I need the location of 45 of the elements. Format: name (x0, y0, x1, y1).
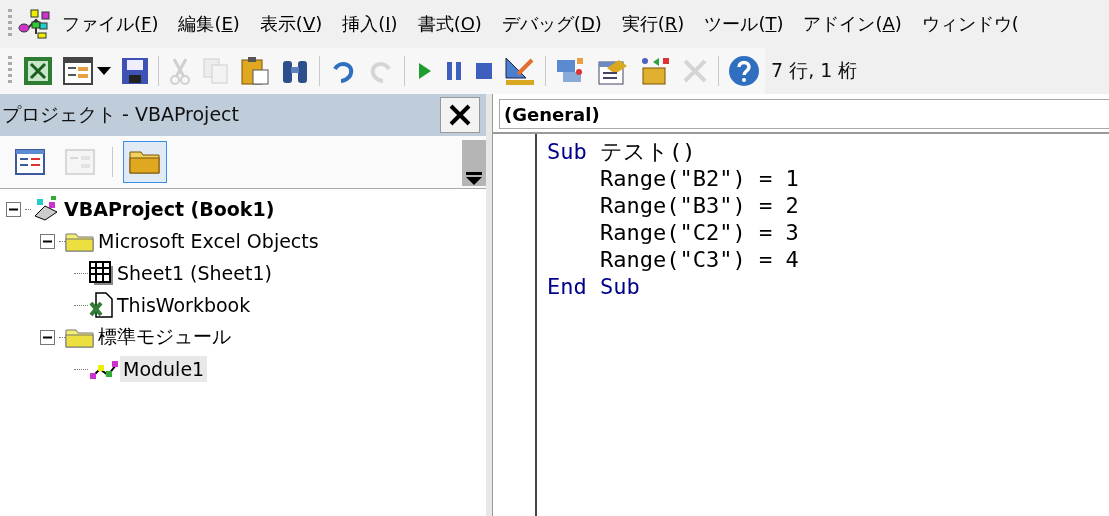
workbook-file-icon (88, 291, 114, 319)
tree-item[interactable]: Module1 (120, 356, 208, 382)
sheet-grid-icon (88, 260, 114, 286)
stop-icon (474, 61, 494, 81)
menu-item[interactable]: デバッグ(D) (491, 8, 612, 40)
tree-item[interactable]: Sheet1 (Sheet1) (114, 260, 275, 286)
menu-item[interactable]: 表示(V) (249, 8, 333, 40)
collapse-toggle[interactable] (6, 201, 21, 217)
menu-item[interactable]: 書式(O) (407, 8, 492, 40)
triangle-ruler-icon (504, 56, 536, 86)
menu-item[interactable]: ウィンドウ( (911, 8, 1029, 40)
tree-item[interactable]: Microsoft Excel Objects (95, 228, 322, 254)
panel-toolbar-button[interactable] (123, 141, 167, 183)
form-icon (63, 57, 93, 85)
object-dropdown[interactable]: (General) (499, 99, 1109, 129)
menu-item[interactable]: 実行(R) (611, 8, 695, 40)
code-editor[interactable]: Sub テスト() Range("B2") = 1 Range("B3") = 2 Range("C2") = 3 Range("C3") = 4 End Sub (537, 134, 799, 516)
menu-item[interactable]: 編集(E) (168, 8, 250, 40)
menu-item[interactable]: ファイル(F) (52, 8, 169, 40)
form-view-icon (65, 149, 95, 175)
caret-icon (97, 67, 111, 75)
toolbar-overflow-button[interactable] (462, 140, 486, 186)
spreadsheet-icon (23, 56, 53, 86)
menu-item[interactable]: ツール(T) (694, 8, 794, 40)
menu-item[interactable]: 挿入(I) (332, 8, 408, 40)
folder-icon (129, 149, 161, 175)
close-icon (449, 104, 471, 126)
collapse-toggle[interactable] (40, 329, 55, 345)
menu-item[interactable]: アドイン(A) (793, 8, 912, 40)
copy-icon (202, 57, 230, 85)
app-logo-icon (18, 8, 52, 40)
pause-icon (444, 60, 464, 82)
tree-item[interactable]: ThisWorkbook (114, 292, 254, 318)
help-icon (728, 55, 760, 87)
dropdown-caret-icon (465, 172, 483, 186)
tree-item[interactable]: 標準モジュール (95, 322, 234, 352)
open-box-icon (639, 56, 671, 86)
code-view-icon (15, 149, 45, 175)
panel-title: プロジェクト - VBAProject (2, 102, 239, 127)
close-button[interactable] (440, 97, 480, 133)
collapse-toggle[interactable] (40, 233, 55, 249)
clipboard-icon (240, 56, 270, 86)
scissors-icon (168, 57, 192, 85)
cursor-position: 7 行, 1 桁 (765, 48, 1109, 94)
tree-item[interactable]: VBAProject (Book1) (61, 196, 278, 222)
